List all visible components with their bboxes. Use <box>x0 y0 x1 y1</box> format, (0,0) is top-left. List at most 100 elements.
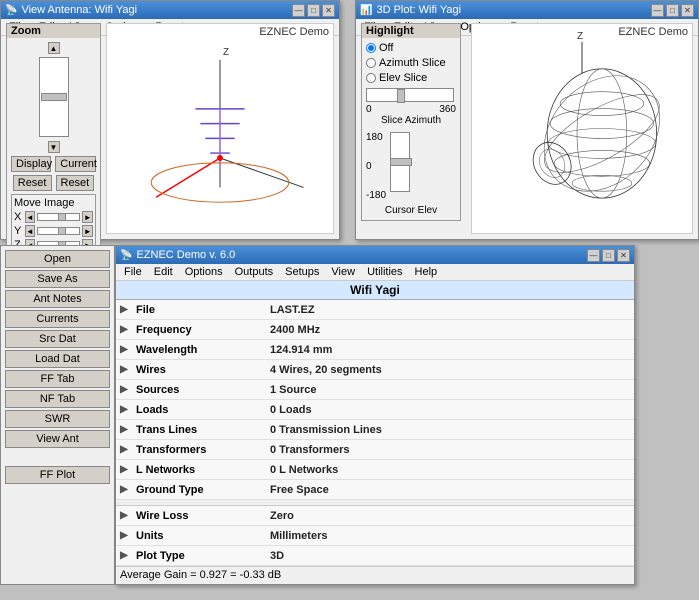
row-label-translines: Trans Lines <box>132 424 262 436</box>
row-value-wireloss: Zero <box>262 510 634 522</box>
elev-slice-radio[interactable]: Elev Slice <box>366 72 456 84</box>
minimize-btn[interactable]: — <box>292 4 305 17</box>
eznec-main-title: EZNEC Demo v. 6.0 <box>136 249 235 261</box>
highlight-off-radio[interactable]: Off <box>366 42 456 54</box>
axis-y-row: Y ◄ ► <box>14 225 93 237</box>
row-value-units: Millimeters <box>262 530 634 542</box>
row-label-freq: Frequency <box>132 324 262 336</box>
antenna-canvas: EZNEC Demo Z <box>106 23 334 234</box>
slice-track[interactable] <box>366 88 454 102</box>
plot3d-canvas: EZNEC Demo Z <box>471 23 693 234</box>
eznec-menu-view[interactable]: View <box>325 265 361 279</box>
row-label-lnetworks: L Networks <box>132 464 262 476</box>
zoom-down-arrow[interactable]: ▼ <box>48 141 60 153</box>
row-label-wires: Wires <box>132 364 262 376</box>
plot3d-maximize[interactable]: □ <box>666 4 679 17</box>
y-right-arrow[interactable]: ► <box>82 225 93 237</box>
plot3d-minimize[interactable]: — <box>651 4 664 17</box>
zoom-title: Zoom <box>7 24 100 38</box>
y-slider[interactable] <box>37 227 80 235</box>
row-value-translines: 0 Transmission Lines <box>262 424 634 436</box>
eznec-menu-file[interactable]: File <box>118 265 148 279</box>
sidebar-panel: Open Save As Ant Notes Currents Src Dat … <box>0 245 115 585</box>
expand-arrow: ▶ <box>116 424 132 435</box>
x-right-arrow[interactable]: ► <box>82 211 93 223</box>
zoom-up-arrow[interactable]: ▲ <box>48 42 60 54</box>
view-antenna-window: 📡 View Antenna: Wifi Yagi — □ ✕ File Edi… <box>0 0 340 240</box>
row-value-file: LAST.EZ <box>262 304 634 316</box>
table-row[interactable]: ▶ Units Millimeters <box>116 526 634 546</box>
table-row[interactable]: ▶ Loads 0 Loads <box>116 400 634 420</box>
x-slider[interactable] <box>37 213 80 221</box>
maximize-btn[interactable]: □ <box>307 4 320 17</box>
table-row[interactable]: ▶ Frequency 2400 MHz <box>116 320 634 340</box>
elev-0-label: 0 <box>366 161 386 172</box>
row-value-sources: 1 Source <box>262 384 634 396</box>
table-row[interactable]: ▶ Plot Type 3D <box>116 546 634 566</box>
row-value-lnetworks: 0 L Networks <box>262 464 634 476</box>
eznec-icon: 📡 <box>120 250 132 261</box>
svg-text:Z: Z <box>223 47 229 58</box>
eznec-menu-help[interactable]: Help <box>409 265 444 279</box>
swr-btn[interactable]: SWR <box>5 410 110 428</box>
table-row[interactable]: ▶ Transformers 0 Transformers <box>116 440 634 460</box>
eznec-close[interactable]: ✕ <box>617 249 630 262</box>
ff-plot-btn[interactable]: FF Plot <box>5 466 110 484</box>
eznec-menu-edit[interactable]: Edit <box>148 265 179 279</box>
azimuth-slice-radio[interactable]: Azimuth Slice <box>366 57 456 69</box>
close-btn[interactable]: ✕ <box>322 4 335 17</box>
nf-tab-btn[interactable]: NF Tab <box>5 390 110 408</box>
table-row[interactable]: ▶ Sources 1 Source <box>116 380 634 400</box>
eznec-main-content: Wifi Yagi ▶ File LAST.EZ ▶ Frequency 240… <box>116 281 634 583</box>
save-as-btn[interactable]: Save As <box>5 270 110 288</box>
eznec-menu-outputs[interactable]: Outputs <box>229 265 280 279</box>
eznec-demo-label-1: EZNEC Demo <box>259 26 329 38</box>
move-image-title: Move Image <box>14 197 93 209</box>
expand-arrow: ▶ <box>116 304 132 315</box>
elev-track[interactable] <box>390 132 410 192</box>
y-left-arrow[interactable]: ◄ <box>25 225 36 237</box>
eznec-maximize[interactable]: □ <box>602 249 615 262</box>
svg-text:Z: Z <box>577 31 583 42</box>
eznec-menu-options[interactable]: Options <box>179 265 229 279</box>
eznec-demo-label-2: EZNEC Demo <box>618 26 688 38</box>
zoom-bar[interactable] <box>39 57 69 137</box>
table-row[interactable]: ▶ L Networks 0 L Networks <box>116 460 634 480</box>
table-row[interactable]: ▶ Wires 4 Wires, 20 segments <box>116 360 634 380</box>
eznec-minimize[interactable]: — <box>587 249 600 262</box>
row-label-groundtype: Ground Type <box>132 484 262 496</box>
row-label-plottype: Plot Type <box>132 550 262 562</box>
open-btn[interactable]: Open <box>5 250 110 268</box>
window-icon: 📡 <box>5 5 17 16</box>
view-antenna-title: View Antenna: Wifi Yagi <box>21 4 137 16</box>
table-row[interactable]: ▶ Ground Type Free Space <box>116 480 634 500</box>
row-value-wavelength: 124.914 mm <box>262 344 634 356</box>
plot3d-title: 3D Plot: Wifi Yagi <box>376 4 461 16</box>
table-row[interactable]: ▶ Wire Loss Zero <box>116 506 634 526</box>
display-btn[interactable]: Display <box>11 156 51 172</box>
reset2-btn[interactable]: Reset <box>56 175 95 191</box>
row-label-transformers: Transformers <box>132 444 262 456</box>
view-ant-btn[interactable]: View Ant <box>5 430 110 448</box>
eznec-menu-utilities[interactable]: Utilities <box>361 265 408 279</box>
src-dat-btn[interactable]: Src Dat <box>5 330 110 348</box>
currents-btn[interactable]: Currents <box>5 310 110 328</box>
reset1-btn[interactable]: Reset <box>13 175 52 191</box>
current-btn[interactable]: Current <box>55 156 96 172</box>
expand-arrow: ▶ <box>116 344 132 355</box>
load-dat-btn[interactable]: Load Dat <box>5 350 110 368</box>
table-row[interactable]: ▶ File LAST.EZ <box>116 300 634 320</box>
row-value-transformers: 0 Transformers <box>262 444 634 456</box>
ff-tab-btn[interactable]: FF Tab <box>5 370 110 388</box>
x-left-arrow[interactable]: ◄ <box>25 211 36 223</box>
eznec-menu-setups[interactable]: Setups <box>279 265 325 279</box>
slice-min-label: 0 <box>366 104 372 115</box>
plot3d-svg: Z <box>472 24 692 233</box>
highlight-panel: Highlight Off Azimuth Slice Elev Slice 0 <box>361 23 461 221</box>
plot3d-close[interactable]: ✕ <box>681 4 694 17</box>
table-row[interactable]: ▶ Trans Lines 0 Transmission Lines <box>116 420 634 440</box>
plot3d-icon: 📊 <box>360 5 372 16</box>
ant-notes-btn[interactable]: Ant Notes <box>5 290 110 308</box>
row-label-wireloss: Wire Loss <box>132 510 262 522</box>
table-row[interactable]: ▶ Wavelength 124.914 mm <box>116 340 634 360</box>
